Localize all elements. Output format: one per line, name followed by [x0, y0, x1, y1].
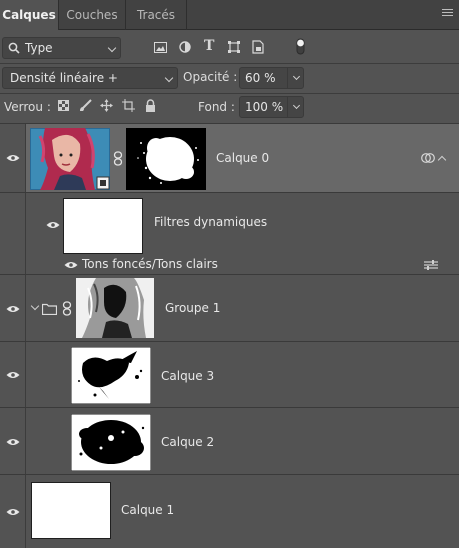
layer-row-groupe-1[interactable]: Groupe 1 [0, 274, 459, 341]
filter-blending-options-icon[interactable] [424, 260, 438, 270]
folder-icon [42, 303, 57, 315]
layer-row-calque-2[interactable]: Calque 2 [0, 407, 459, 474]
lock-transparency-icon[interactable] [58, 100, 69, 111]
layer-row-calque-1[interactable]: Calque 1 [0, 474, 459, 548]
smart-filters-icon [421, 153, 435, 163]
eye-icon[interactable] [64, 261, 78, 269]
layer-thumbnail [31, 482, 111, 539]
chevron-down-icon[interactable] [292, 101, 301, 110]
layer-row-calque-0[interactable]: Calque 0 [0, 123, 459, 192]
lock-all-icon[interactable] [145, 99, 156, 112]
layer-thumbnail [71, 347, 151, 404]
chevron-down-icon[interactable] [292, 72, 301, 81]
eye-icon[interactable] [46, 221, 60, 229]
layer-thumbnail [71, 414, 151, 471]
smart-filters-block: Filtres dynamiques Tons foncés/Tons clai… [0, 192, 459, 274]
smart-filters-label[interactable]: Filtres dynamiques [154, 215, 267, 229]
fill-value: 100 % [245, 100, 284, 114]
layer-row-calque-3[interactable]: Calque 3 [0, 341, 459, 407]
shape-filter-icon[interactable] [228, 41, 240, 53]
layer-name[interactable]: Calque 2 [161, 435, 214, 449]
lock-artboard-icon[interactable] [122, 99, 135, 112]
panel-menu-icon[interactable] [442, 9, 453, 20]
lock-label: Verrou : [4, 100, 51, 114]
eye-icon[interactable] [6, 371, 20, 379]
layer-name[interactable]: Calque 0 [216, 151, 269, 165]
eye-icon[interactable] [6, 305, 20, 313]
search-icon [8, 42, 20, 54]
adjustment-filter-icon[interactable] [179, 41, 191, 53]
filter-name[interactable]: Tons foncés/Tons clairs [82, 257, 218, 271]
layer-kind-filter[interactable]: Type [2, 37, 121, 59]
chevron-down-icon [164, 73, 174, 83]
layer-name[interactable]: Calque 1 [121, 503, 174, 517]
panel-tab-bar: Calques Couches Tracés [0, 0, 459, 31]
blend-mode-value: Densité linéaire + [10, 71, 118, 85]
tab-couches[interactable]: Couches [59, 0, 125, 30]
layer-name[interactable]: Groupe 1 [165, 301, 220, 315]
text-filter-icon[interactable]: T [204, 38, 214, 54]
blend-mode-select[interactable]: Densité linéaire + [2, 67, 178, 89]
smartobject-filter-icon[interactable] [252, 40, 264, 54]
group-expand-icon[interactable] [30, 301, 40, 311]
eye-icon[interactable] [6, 508, 20, 516]
link-icon[interactable] [113, 151, 123, 167]
opacity-value: 60 % [245, 71, 276, 85]
tab-calques[interactable]: Calques [0, 0, 58, 31]
collapse-effects-icon[interactable] [437, 155, 447, 165]
chevron-down-icon [107, 43, 117, 53]
smart-filter-mask-thumbnail [63, 198, 143, 254]
link-icon[interactable] [62, 301, 72, 317]
layer-mask-thumbnail [126, 128, 206, 190]
lock-position-icon[interactable] [100, 99, 113, 112]
layer-kind-label: Type [25, 41, 53, 55]
layer-thumbnail [30, 128, 110, 190]
layer-name[interactable]: Calque 3 [161, 369, 214, 383]
group-mask-thumbnail [76, 278, 154, 338]
eye-icon[interactable] [6, 154, 20, 162]
lock-pixels-icon[interactable] [79, 99, 92, 112]
opacity-label: Opacité : [183, 70, 238, 84]
tab-traces[interactable]: Tracés [126, 0, 186, 30]
eye-icon[interactable] [6, 438, 20, 446]
fill-label: Fond : [198, 100, 235, 114]
fill-field[interactable]: 100 % [239, 96, 304, 118]
filter-toggle-icon[interactable] [296, 38, 306, 56]
image-filter-icon[interactable] [154, 42, 167, 53]
opacity-field[interactable]: 60 % [239, 67, 304, 89]
